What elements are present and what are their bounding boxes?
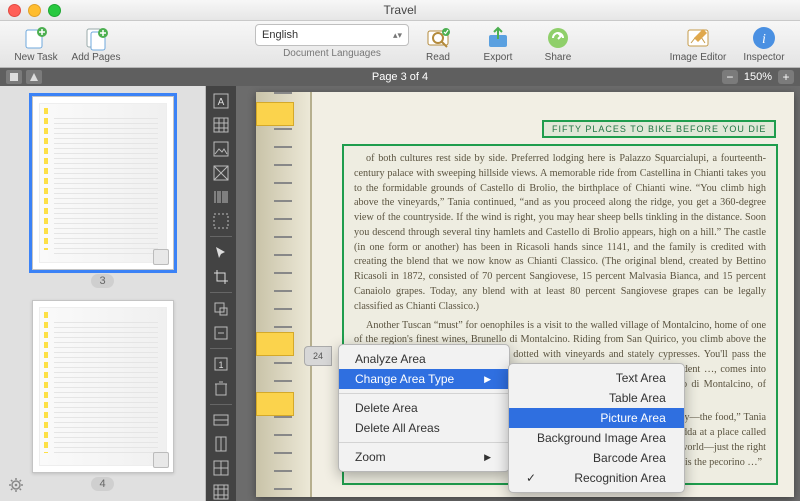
new-task-button[interactable]: New Task [10, 25, 62, 63]
tool-remove-part[interactable] [209, 322, 233, 343]
sidebar-tab-thumbnails[interactable] [6, 70, 22, 84]
menu-analyze-area[interactable]: Analyze Area [339, 349, 509, 369]
menu-zoom[interactable]: Zoom▶ [339, 447, 509, 467]
thumbnail-sidebar: 3 4 [0, 86, 206, 501]
zoom-in-button[interactable]: + [778, 70, 794, 84]
titlebar: Travel [0, 0, 800, 21]
read-label: Read [426, 52, 450, 63]
sidebar-tabs [6, 70, 42, 84]
tool-order[interactable]: 1 [209, 354, 233, 375]
page-tab-marker [256, 102, 294, 126]
tool-table-rows[interactable] [209, 410, 233, 431]
new-task-label: New Task [14, 52, 57, 63]
language-select[interactable]: English ▴▾ [255, 24, 409, 46]
document-canvas[interactable]: 24 FIFTY PLACES TO BIKE BEFORE YOU DIE o… [236, 86, 800, 501]
svg-text:i: i [762, 32, 766, 47]
share-label: Share [545, 52, 572, 63]
dropdown-arrows-icon: ▴▾ [393, 30, 402, 41]
language-group: English ▴▾ Document Languages [255, 24, 409, 59]
tool-text-area[interactable]: A [209, 90, 233, 111]
context-menu: Analyze Area Change Area Type▶ Delete Ar… [338, 344, 510, 472]
spiral-binding-icon [274, 92, 292, 497]
tool-table-merge[interactable] [209, 458, 233, 479]
document-subbar: Page 3 of 4 − 150% + [0, 68, 800, 86]
sidebar-gear-button[interactable] [6, 475, 26, 495]
submenu-picture-area[interactable]: Picture Area [509, 408, 684, 428]
thumbnail-number: 4 [91, 477, 113, 491]
tool-background-area[interactable] [209, 162, 233, 183]
zoom-value[interactable]: 150% [742, 71, 774, 83]
tool-picture-area[interactable] [209, 138, 233, 159]
page-indicator: Page 3 of 4 [0, 71, 800, 83]
export-button[interactable]: Export [472, 25, 524, 63]
menu-delete-area[interactable]: Delete Area [339, 398, 509, 418]
submenu-background-image-area[interactable]: Background Image Area [509, 428, 684, 448]
paragraph: of both cultures rest side by side. Pref… [354, 152, 766, 315]
thumbnail-status-icon [153, 249, 169, 265]
submenu-arrow-icon: ▶ [484, 452, 491, 463]
inspector-button[interactable]: i Inspector [738, 25, 790, 63]
export-icon [485, 25, 511, 51]
thumbnail-page-4[interactable] [32, 300, 174, 474]
area-tools-column: A 1 [206, 86, 236, 501]
tool-pointer[interactable] [209, 242, 233, 263]
tool-table-cols[interactable] [209, 434, 233, 455]
image-editor-button[interactable]: Image Editor [666, 25, 730, 63]
submenu-arrow-icon: ▶ [484, 374, 491, 385]
tool-table-split[interactable] [209, 482, 233, 501]
menu-separator [339, 442, 509, 443]
svg-text:A: A [218, 97, 225, 108]
page-tab-marker [256, 332, 294, 356]
thumbnail-page-3[interactable] [32, 96, 174, 270]
change-area-type-submenu: Text Area Table Area Picture Area Backgr… [508, 363, 685, 493]
menu-delete-all-areas[interactable]: Delete All Areas [339, 418, 509, 438]
sidebar-tab-warnings[interactable] [26, 70, 42, 84]
zoom-out-button[interactable]: − [722, 70, 738, 84]
export-label: Export [484, 52, 513, 63]
submenu-text-area[interactable]: Text Area [509, 368, 684, 388]
language-selected: English [262, 29, 298, 41]
submenu-recognition-area[interactable]: ✓Recognition Area [509, 468, 684, 488]
image-editor-label: Image Editor [670, 52, 727, 63]
inspector-label: Inspector [743, 52, 784, 63]
main-toolbar: New Task Add Pages English ▴▾ Document L… [0, 21, 800, 68]
submenu-barcode-area[interactable]: Barcode Area [509, 448, 684, 468]
window-title: Travel [0, 3, 800, 17]
tool-recognition-area[interactable] [209, 210, 233, 231]
menu-separator [339, 393, 509, 394]
menu-change-area-type[interactable]: Change Area Type▶ [339, 369, 509, 389]
share-button[interactable]: Share [532, 25, 584, 63]
new-task-icon [23, 25, 49, 51]
submenu-table-area[interactable]: Table Area [509, 388, 684, 408]
svg-text:1: 1 [218, 360, 223, 370]
tool-crop[interactable] [209, 266, 233, 287]
thumbnail-number: 3 [91, 274, 113, 288]
tool-add-part[interactable] [209, 298, 233, 319]
add-pages-label: Add Pages [72, 52, 121, 63]
inspector-icon: i [751, 25, 777, 51]
share-icon [545, 25, 571, 51]
tool-barcode-area[interactable] [209, 186, 233, 207]
add-pages-button[interactable]: Add Pages [70, 25, 122, 63]
read-icon [425, 25, 451, 51]
add-pages-icon [83, 25, 109, 51]
ruler-marker[interactable]: 24 [304, 346, 332, 366]
image-editor-icon [685, 25, 711, 51]
language-caption: Document Languages [283, 48, 381, 59]
page-tab-marker [256, 392, 294, 416]
read-button[interactable]: Read [412, 25, 464, 63]
main-body: 3 4 A 1 [0, 86, 800, 501]
thumbnail-status-icon [153, 452, 169, 468]
page-header-area[interactable]: FIFTY PLACES TO BIKE BEFORE YOU DIE [542, 120, 776, 138]
tool-table-area[interactable] [209, 114, 233, 135]
tool-delete[interactable] [209, 378, 233, 399]
